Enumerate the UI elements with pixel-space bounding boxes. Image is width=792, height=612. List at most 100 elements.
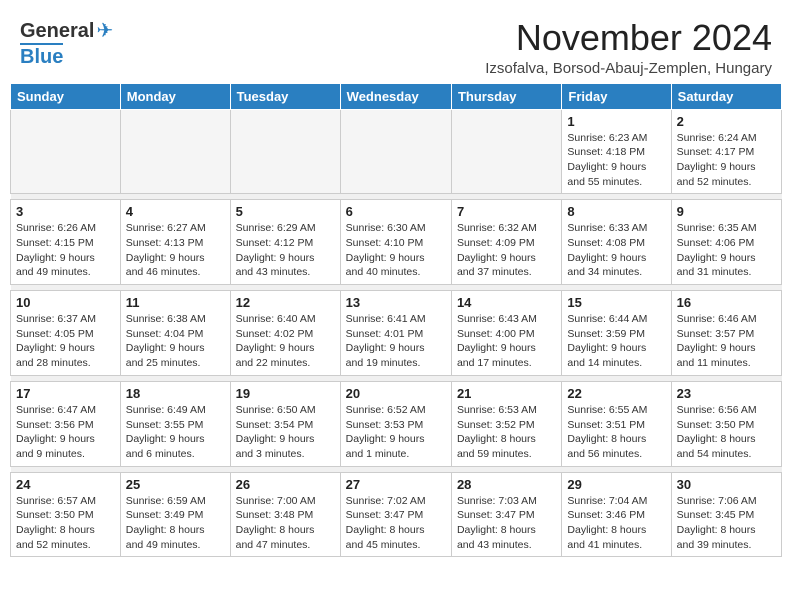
day-info: Sunrise: 6:37 AM Sunset: 4:05 PM Dayligh… (16, 312, 115, 371)
calendar-cell: 17 Sunrise: 6:47 AM Sunset: 3:56 PM Dayli… (11, 381, 121, 466)
col-header-thursday: Thursday (451, 83, 561, 109)
calendar-cell: 24Sunrise: 6:57 AM Sunset: 3:50 PM Dayli… (11, 472, 121, 557)
day-number: 29 (567, 477, 665, 492)
col-header-friday: Friday (562, 83, 671, 109)
calendar-cell: 13Sunrise: 6:41 AM Sunset: 4:01 PM Dayli… (340, 291, 451, 376)
day-info: Sunrise: 6:38 AM Sunset: 4:04 PM Dayligh… (126, 312, 225, 371)
day-number: 21 (457, 386, 556, 401)
day-number: 12 (236, 295, 335, 310)
day-number: 26 (236, 477, 335, 492)
calendar-cell: 12 Sunrise: 6:40 AM Sunset: 4:02 PM Dayli… (230, 291, 340, 376)
day-info: Sunrise: 6:57 AM Sunset: 3:50 PM Dayligh… (16, 494, 115, 553)
calendar-cell: 15Sunrise: 6:44 AM Sunset: 3:59 PM Dayli… (562, 291, 671, 376)
calendar-cell: 1Sunrise: 6:23 AM Sunset: 4:18 PM Daylig… (562, 109, 671, 194)
calendar-cell: 11 Sunrise: 6:38 AM Sunset: 4:04 PM Dayli… (120, 291, 230, 376)
calendar-cell: 23Sunrise: 6:56 AM Sunset: 3:50 PM Dayli… (671, 381, 781, 466)
calendar-cell: 29 Sunrise: 7:04 AM Sunset: 3:46 PM Dayli… (562, 472, 671, 557)
calendar-cell (340, 109, 451, 194)
day-info: Sunrise: 6:40 AM Sunset: 4:02 PM Dayligh… (236, 312, 335, 371)
day-number: 13 (346, 295, 446, 310)
day-number: 11 (126, 295, 225, 310)
day-number: 2 (677, 114, 776, 129)
calendar-cell (11, 109, 121, 194)
calendar-cell (230, 109, 340, 194)
day-info: Sunrise: 6:30 AM Sunset: 4:10 PM Dayligh… (346, 221, 446, 280)
day-info: Sunrise: 6:59 AM Sunset: 3:49 PM Dayligh… (126, 494, 225, 553)
calendar-cell: 10Sunrise: 6:37 AM Sunset: 4:05 PM Dayli… (11, 291, 121, 376)
calendar-cell: 30 Sunrise: 7:06 AM Sunset: 3:45 PM Dayli… (671, 472, 781, 557)
col-header-monday: Monday (120, 83, 230, 109)
calendar-week-row: 24Sunrise: 6:57 AM Sunset: 3:50 PM Dayli… (11, 472, 782, 557)
day-number: 4 (126, 204, 225, 219)
col-header-saturday: Saturday (671, 83, 781, 109)
day-number: 5 (236, 204, 335, 219)
calendar-cell: 28Sunrise: 7:03 AM Sunset: 3:47 PM Dayli… (451, 472, 561, 557)
title-block: November 2024 Izsofalva, Borsod-Abauj-Ze… (485, 18, 772, 77)
calendar: SundayMondayTuesdayWednesdayThursdayFrid… (10, 83, 782, 558)
calendar-cell: 8 Sunrise: 6:33 AM Sunset: 4:08 PM Daylig… (562, 200, 671, 285)
calendar-cell: 6 Sunrise: 6:30 AM Sunset: 4:10 PM Daylig… (340, 200, 451, 285)
day-info: Sunrise: 6:29 AM Sunset: 4:12 PM Dayligh… (236, 221, 335, 280)
day-number: 16 (677, 295, 776, 310)
calendar-cell: 7Sunrise: 6:32 AM Sunset: 4:09 PM Daylig… (451, 200, 561, 285)
calendar-week-row: 3 Sunrise: 6:26 AM Sunset: 4:15 PM Daylig… (11, 200, 782, 285)
day-number: 1 (567, 114, 665, 129)
day-info: Sunrise: 6:53 AM Sunset: 3:52 PM Dayligh… (457, 403, 556, 462)
calendar-cell: 26 Sunrise: 7:00 AM Sunset: 3:48 PM Dayli… (230, 472, 340, 557)
col-header-sunday: Sunday (11, 83, 121, 109)
calendar-cell: 9 Sunrise: 6:35 AM Sunset: 4:06 PM Daylig… (671, 200, 781, 285)
logo-blue: Blue (20, 43, 63, 69)
calendar-cell: 27Sunrise: 7:02 AM Sunset: 3:47 PM Dayli… (340, 472, 451, 557)
day-number: 8 (567, 204, 665, 219)
day-number: 17 (16, 386, 115, 401)
calendar-week-row: 1Sunrise: 6:23 AM Sunset: 4:18 PM Daylig… (11, 109, 782, 194)
day-info: Sunrise: 7:04 AM Sunset: 3:46 PM Dayligh… (567, 494, 665, 553)
day-info: Sunrise: 6:43 AM Sunset: 4:00 PM Dayligh… (457, 312, 556, 371)
day-info: Sunrise: 6:47 AM Sunset: 3:56 PM Dayligh… (16, 403, 115, 462)
day-info: Sunrise: 6:35 AM Sunset: 4:06 PM Dayligh… (677, 221, 776, 280)
header: General ✈ Blue November 2024 Izsofalva, … (0, 0, 792, 83)
day-info: Sunrise: 6:24 AM Sunset: 4:17 PM Dayligh… (677, 131, 776, 190)
day-number: 3 (16, 204, 115, 219)
calendar-cell: 20Sunrise: 6:52 AM Sunset: 3:53 PM Dayli… (340, 381, 451, 466)
calendar-cell: 2 Sunrise: 6:24 AM Sunset: 4:17 PM Daylig… (671, 109, 781, 194)
day-number: 27 (346, 477, 446, 492)
calendar-cell: 4 Sunrise: 6:27 AM Sunset: 4:13 PM Daylig… (120, 200, 230, 285)
subtitle: Izsofalva, Borsod-Abauj-Zemplen, Hungary (485, 60, 772, 77)
day-number: 20 (346, 386, 446, 401)
calendar-cell (451, 109, 561, 194)
col-header-tuesday: Tuesday (230, 83, 340, 109)
calendar-cell: 14Sunrise: 6:43 AM Sunset: 4:00 PM Dayli… (451, 291, 561, 376)
day-number: 7 (457, 204, 556, 219)
day-info: Sunrise: 7:00 AM Sunset: 3:48 PM Dayligh… (236, 494, 335, 553)
day-info: Sunrise: 7:06 AM Sunset: 3:45 PM Dayligh… (677, 494, 776, 553)
calendar-cell: 19 Sunrise: 6:50 AM Sunset: 3:54 PM Dayli… (230, 381, 340, 466)
day-number: 22 (567, 386, 665, 401)
day-number: 9 (677, 204, 776, 219)
day-info: Sunrise: 6:27 AM Sunset: 4:13 PM Dayligh… (126, 221, 225, 280)
logo-bird-icon: ✈ (96, 18, 113, 43)
day-info: Sunrise: 6:46 AM Sunset: 3:57 PM Dayligh… (677, 312, 776, 371)
main-title: November 2024 (485, 18, 772, 58)
calendar-cell: 21 Sunrise: 6:53 AM Sunset: 3:52 PM Dayli… (451, 381, 561, 466)
calendar-week-row: 17 Sunrise: 6:47 AM Sunset: 3:56 PM Dayli… (11, 381, 782, 466)
calendar-cell: 16 Sunrise: 6:46 AM Sunset: 3:57 PM Dayli… (671, 291, 781, 376)
calendar-cell: 22Sunrise: 6:55 AM Sunset: 3:51 PM Dayli… (562, 381, 671, 466)
logo: General ✈ Blue (20, 18, 113, 69)
day-number: 30 (677, 477, 776, 492)
day-number: 25 (126, 477, 225, 492)
day-info: Sunrise: 7:03 AM Sunset: 3:47 PM Dayligh… (457, 494, 556, 553)
day-number: 15 (567, 295, 665, 310)
day-info: Sunrise: 6:33 AM Sunset: 4:08 PM Dayligh… (567, 221, 665, 280)
calendar-wrap: SundayMondayTuesdayWednesdayThursdayFrid… (0, 83, 792, 568)
calendar-header-row: SundayMondayTuesdayWednesdayThursdayFrid… (11, 83, 782, 109)
col-header-wednesday: Wednesday (340, 83, 451, 109)
day-number: 23 (677, 386, 776, 401)
day-number: 19 (236, 386, 335, 401)
calendar-cell: 25 Sunrise: 6:59 AM Sunset: 3:49 PM Dayli… (120, 472, 230, 557)
day-number: 6 (346, 204, 446, 219)
day-info: Sunrise: 6:50 AM Sunset: 3:54 PM Dayligh… (236, 403, 335, 462)
day-info: Sunrise: 6:49 AM Sunset: 3:55 PM Dayligh… (126, 403, 225, 462)
day-info: Sunrise: 6:26 AM Sunset: 4:15 PM Dayligh… (16, 221, 115, 280)
day-number: 18 (126, 386, 225, 401)
